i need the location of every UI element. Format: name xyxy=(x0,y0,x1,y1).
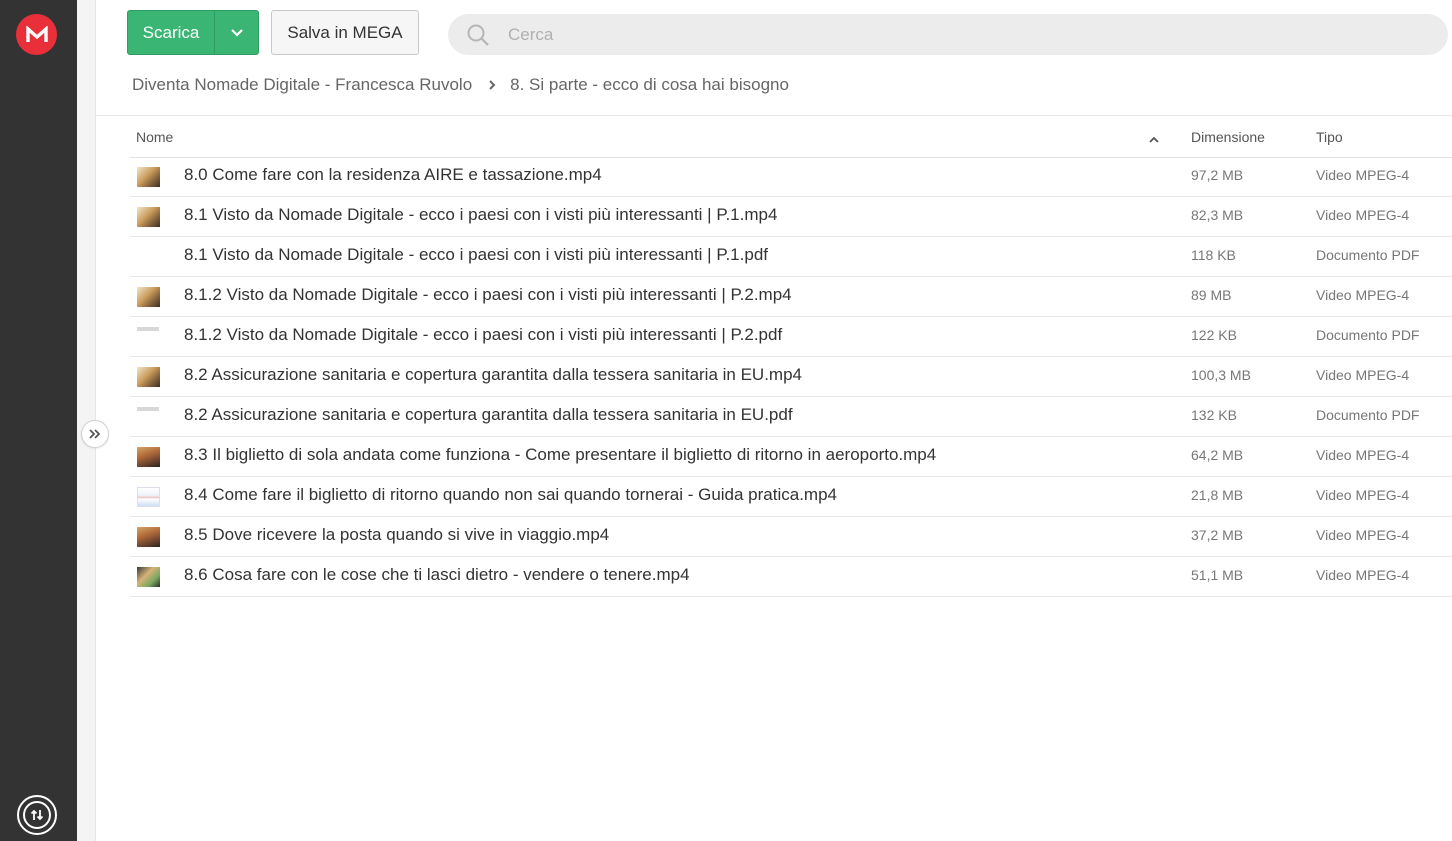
file-type: Video MPEG-4 xyxy=(1316,287,1410,303)
table-row[interactable]: 8.1.2 Visto da Nomade Digitale - ecco i … xyxy=(130,277,1452,317)
transfer-icon[interactable] xyxy=(17,795,57,835)
file-size: 21,8 MB xyxy=(1191,487,1244,503)
search-bar[interactable] xyxy=(448,14,1448,55)
chevron-down-icon[interactable] xyxy=(214,11,258,54)
file-size: 100,3 MB xyxy=(1191,367,1251,383)
search-icon xyxy=(448,14,500,55)
file-type: Video MPEG-4 xyxy=(1316,207,1410,223)
file-type: Documento PDF xyxy=(1316,247,1420,263)
file-name: 8.2 Assicurazione sanitaria e copertura … xyxy=(184,365,803,384)
video-thumbnail-icon xyxy=(137,367,160,387)
file-name: 8.5 Dove ricevere la posta quando si viv… xyxy=(184,525,610,544)
table-row[interactable]: 8.1 Visto da Nomade Digitale - ecco i pa… xyxy=(130,237,1452,277)
mega-folder-view: Scarica Salva in MEGA Diventa Nomade Dig… xyxy=(0,0,1452,841)
table-header: Nome Dimensione Tipo xyxy=(130,118,1452,158)
column-header-name[interactable]: Nome xyxy=(136,129,173,145)
table-row[interactable]: 8.1.2 Visto da Nomade Digitale - ecco i … xyxy=(130,317,1452,357)
video-thumbnail-icon xyxy=(137,527,160,547)
table-row[interactable]: 8.0 Come fare con la residenza AIRE e ta… xyxy=(130,157,1452,197)
file-name: 8.1 Visto da Nomade Digitale - ecco i pa… xyxy=(184,245,768,264)
breadcrumb-root[interactable]: Diventa Nomade Digitale - Francesca Ruvo… xyxy=(132,75,472,95)
file-name: 8.2 Assicurazione sanitaria e copertura … xyxy=(184,405,793,424)
file-name: 8.4 Come fare il biglietto di ritorno qu… xyxy=(184,485,837,504)
table-row[interactable]: 8.5 Dove ricevere la posta quando si viv… xyxy=(130,517,1452,557)
pdf-thumbnail-icon xyxy=(137,327,160,347)
video-thumbnail-icon xyxy=(137,207,160,227)
table-row[interactable]: 8.1 Visto da Nomade Digitale - ecco i pa… xyxy=(130,197,1452,237)
mega-logo-icon[interactable] xyxy=(16,14,57,55)
left-rail xyxy=(0,0,77,841)
chevron-up-icon[interactable] xyxy=(1148,130,1160,146)
file-type: Video MPEG-4 xyxy=(1316,567,1410,583)
save-to-mega-button[interactable]: Salva in MEGA xyxy=(271,10,419,55)
file-name: 8.1 Visto da Nomade Digitale - ecco i pa… xyxy=(184,205,778,224)
video-thumbnail-icon xyxy=(137,487,160,507)
pdf-thumbnail-icon xyxy=(137,247,160,267)
file-list: 8.0 Come fare con la residenza AIRE e ta… xyxy=(130,157,1452,597)
download-button[interactable]: Scarica xyxy=(127,10,259,55)
file-size: 122 KB xyxy=(1191,327,1237,343)
video-thumbnail-icon xyxy=(137,167,160,187)
file-size: 37,2 MB xyxy=(1191,527,1244,543)
file-type: Documento PDF xyxy=(1316,327,1420,343)
table-row[interactable]: 8.2 Assicurazione sanitaria e copertura … xyxy=(130,397,1452,437)
file-type: Documento PDF xyxy=(1316,407,1420,423)
pdf-thumbnail-icon xyxy=(137,407,160,427)
video-thumbnail-icon xyxy=(137,287,160,307)
video-thumbnail-icon xyxy=(137,567,160,587)
file-type: Video MPEG-4 xyxy=(1316,527,1410,543)
column-header-size[interactable]: Dimensione xyxy=(1191,129,1265,145)
download-button-label: Scarica xyxy=(142,22,200,42)
file-type: Video MPEG-4 xyxy=(1316,447,1410,463)
file-size: 82,3 MB xyxy=(1191,207,1244,223)
table-row[interactable]: 8.2 Assicurazione sanitaria e copertura … xyxy=(130,357,1452,397)
file-name: 8.1.2 Visto da Nomade Digitale - ecco i … xyxy=(184,325,783,344)
chevron-right-icon xyxy=(488,79,496,91)
file-size: 64,2 MB xyxy=(1191,447,1244,463)
double-chevron-right-icon[interactable] xyxy=(81,420,109,448)
table-row[interactable]: 8.4 Come fare il biglietto di ritorno qu… xyxy=(130,477,1452,517)
file-size: 97,2 MB xyxy=(1191,167,1244,183)
table-row[interactable]: 8.6 Cosa fare con le cose che ti lasci d… xyxy=(130,557,1452,597)
file-size: 118 KB xyxy=(1191,247,1236,263)
breadcrumb: Diventa Nomade Digitale - Francesca Ruvo… xyxy=(132,73,789,97)
file-size: 51,1 MB xyxy=(1191,567,1244,583)
file-type: Video MPEG-4 xyxy=(1316,367,1410,383)
breadcrumb-current[interactable]: 8. Si parte - ecco di cosa hai bisogno xyxy=(510,75,789,95)
file-size: 89 MB xyxy=(1191,287,1232,303)
table-row[interactable]: 8.3 Il biglietto di sola andata come fun… xyxy=(130,437,1452,477)
file-name: 8.6 Cosa fare con le cose che ti lasci d… xyxy=(184,565,690,584)
file-type: Video MPEG-4 xyxy=(1316,487,1410,503)
file-type: Video MPEG-4 xyxy=(1316,167,1410,183)
file-name: 8.0 Come fare con la residenza AIRE e ta… xyxy=(184,165,602,184)
column-header-type[interactable]: Tipo xyxy=(1316,129,1343,145)
search-input[interactable] xyxy=(508,24,1308,45)
file-name: 8.1.2 Visto da Nomade Digitale - ecco i … xyxy=(184,285,792,304)
file-name: 8.3 Il biglietto di sola andata come fun… xyxy=(184,445,937,464)
video-thumbnail-icon xyxy=(137,447,160,467)
file-size: 132 KB xyxy=(1191,407,1237,423)
divider xyxy=(96,115,1452,116)
